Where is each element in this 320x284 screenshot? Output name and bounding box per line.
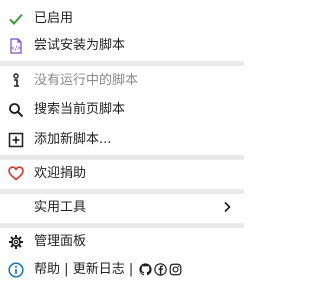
changelog-link[interactable]: 更新日志 (73, 262, 125, 277)
enabled-label: 已启用 (34, 11, 74, 26)
try-install-label: 尝试安装为脚本 (34, 38, 126, 53)
search-page-label: 搜索当前页脚本 (34, 102, 126, 117)
utilities-submenu[interactable]: 实用工具 (0, 194, 244, 221)
help-link[interactable]: 帮助 (34, 262, 60, 277)
chevron-right-icon (220, 200, 234, 214)
info-cursor-icon (6, 71, 26, 91)
facebook-icon[interactable] (154, 263, 168, 276)
check-icon (6, 9, 26, 29)
separator (0, 61, 244, 66)
divider-pipe: | (128, 262, 134, 277)
try-install-script-item[interactable]: </> 尝试安装为脚本 (0, 32, 244, 59)
donate-label: 欢迎捐助 (34, 166, 87, 181)
github-icon[interactable] (139, 263, 152, 276)
dashboard-label: 管理面板 (34, 234, 87, 249)
donate-item[interactable]: 欢迎捐助 (0, 160, 244, 187)
instagram-icon[interactable] (169, 263, 182, 276)
search-page-scripts-item[interactable]: 搜索当前页脚本 (0, 96, 244, 123)
divider-pipe: | (64, 262, 69, 277)
utilities-label: 实用工具 (34, 200, 87, 215)
enabled-toggle[interactable]: 已启用 (0, 5, 244, 32)
dashboard-item[interactable]: 管理面板 (0, 228, 244, 255)
no-running-scripts-item: 没有运行中的脚本 (0, 67, 244, 94)
popup-menu: 已启用 </> 尝试安装为脚本 没有运行中的脚本 搜索当前页脚本 添加新脚本..… (0, 0, 244, 284)
add-script-label: 添加新脚本... (34, 132, 112, 147)
info-circle-icon (6, 260, 26, 280)
plus-square-icon (6, 130, 26, 150)
no-running-label: 没有运行中的脚本 (34, 73, 139, 88)
footer-text: 帮助 | 更新日志 | (34, 263, 182, 276)
search-icon (6, 100, 26, 120)
add-script-item[interactable]: 添加新脚本... (0, 126, 244, 153)
script-file-icon: </> (6, 36, 26, 56)
gear-icon (6, 232, 26, 252)
heart-icon (6, 164, 26, 184)
social-links (139, 263, 182, 276)
footer-links: 帮助 | 更新日志 | (0, 256, 244, 283)
svg-text:</>: </> (11, 45, 22, 52)
